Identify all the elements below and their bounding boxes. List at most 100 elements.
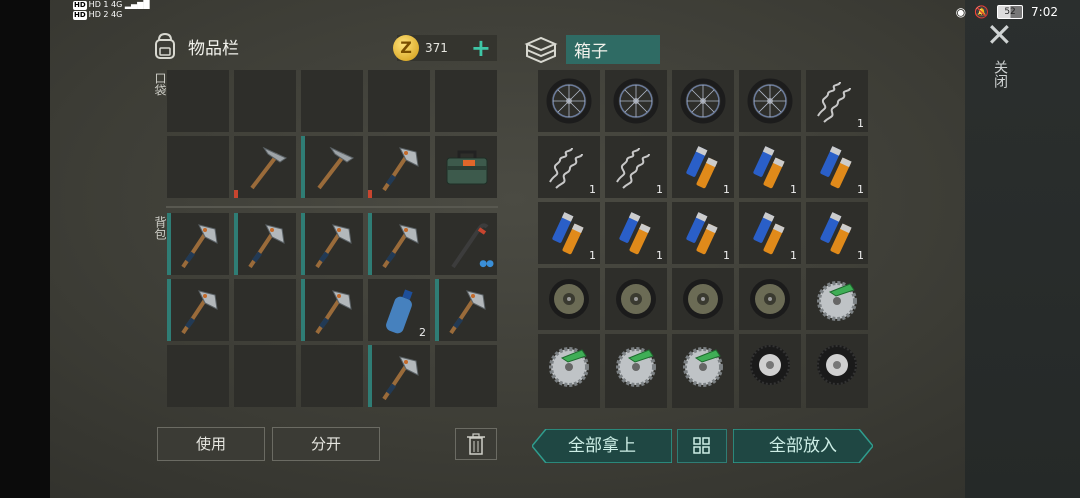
box-slot[interactable]: 1	[806, 136, 868, 198]
box-slot[interactable]: 1	[739, 136, 801, 198]
pocket-slot[interactable]	[167, 70, 229, 132]
backpack-slot[interactable]	[435, 279, 497, 341]
durability-bar	[368, 345, 372, 407]
grid-icon	[693, 437, 710, 454]
status-bar-left: HD HD 1 4G ▂▄▆█ HD HD 2 4G	[73, 0, 149, 20]
tire-icon	[750, 345, 790, 385]
box-slot[interactable]	[739, 70, 801, 132]
add-coins-button[interactable]: +	[471, 36, 491, 60]
take-all-label: 全部拿上	[568, 436, 636, 456]
backpack-slot[interactable]	[301, 279, 363, 341]
backpack-slot[interactable]	[167, 279, 229, 341]
box-slot[interactable]	[605, 70, 667, 132]
box-slot[interactable]: 1	[672, 136, 734, 198]
backpack-slot[interactable]	[301, 345, 363, 407]
saw-blade-icon	[817, 281, 857, 321]
pocket-slot[interactable]	[167, 136, 229, 198]
backpack-slot[interactable]	[368, 213, 430, 275]
item-quantity: 1	[857, 249, 864, 262]
durability-bar	[234, 190, 238, 198]
box-slot[interactable]: 1	[806, 202, 868, 264]
box-slot[interactable]: 1	[538, 136, 600, 198]
box-slot[interactable]: 1	[672, 202, 734, 264]
trash-button[interactable]	[455, 428, 497, 460]
box-slot[interactable]	[538, 268, 600, 330]
hatchet-icon	[315, 224, 352, 269]
pocket-slot[interactable]	[301, 136, 363, 198]
right-panel	[965, 0, 1080, 498]
hatchet-icon	[181, 224, 218, 269]
hatchet-icon	[382, 224, 419, 269]
durability-bar	[301, 279, 305, 341]
brake-disc-icon	[750, 279, 790, 319]
item-quantity: 1	[723, 249, 730, 262]
box-slot[interactable]: 1	[605, 136, 667, 198]
box-slot[interactable]	[739, 334, 801, 396]
item-quantity: 1	[857, 183, 864, 196]
signal-line-2: HD 2 4G	[88, 10, 123, 19]
box-slot[interactable]: 1	[538, 202, 600, 264]
box-slot[interactable]: 1	[739, 202, 801, 264]
durability-bar	[435, 279, 439, 341]
box-slot[interactable]	[672, 268, 734, 330]
wheel-icon	[747, 78, 793, 124]
backpack-slot[interactable]	[167, 345, 229, 407]
toolbox-icon	[446, 150, 488, 185]
hd-badge-2: HD	[73, 11, 87, 20]
wheel-icon	[546, 78, 592, 124]
hd-badge-1: HD	[73, 1, 87, 10]
backpack-slot[interactable]	[167, 213, 229, 275]
backpack-slot[interactable]: ●●	[435, 213, 497, 275]
clock: 7:02	[1031, 5, 1058, 19]
backpack-slot[interactable]	[301, 213, 363, 275]
use-button[interactable]: 使用	[157, 427, 265, 461]
tire-icon	[817, 345, 857, 385]
box-slot[interactable]	[739, 268, 801, 330]
put-all-button[interactable]: 全部放入	[733, 429, 873, 463]
box-slot[interactable]	[538, 334, 600, 396]
take-all-button[interactable]: 全部拿上	[532, 429, 672, 463]
pocket-slot[interactable]	[435, 70, 497, 132]
split-button[interactable]: 分开	[272, 427, 380, 461]
put-all-label: 全部放入	[769, 436, 837, 456]
box-slot[interactable]	[672, 334, 734, 396]
item-quantity: 1	[857, 117, 864, 130]
eye-icon: ◉	[955, 5, 967, 19]
box-slot[interactable]	[672, 70, 734, 132]
box-slot[interactable]: 1	[605, 202, 667, 264]
inventory-divider	[166, 206, 498, 208]
pocket-slot[interactable]	[368, 136, 430, 198]
backpack-slot[interactable]	[368, 345, 430, 407]
sort-grid-button[interactable]	[677, 429, 727, 463]
coin-counter: Z 371 +	[393, 35, 497, 61]
box-slot[interactable]	[806, 268, 868, 330]
backpack-slot[interactable]	[234, 279, 296, 341]
box-slot[interactable]	[538, 70, 600, 132]
pocket-slot[interactable]	[234, 136, 296, 198]
close-icon[interactable]: ✕	[986, 19, 1013, 51]
box-slot[interactable]	[605, 268, 667, 330]
item-quantity: 1	[656, 183, 663, 196]
backpack-slot[interactable]	[234, 345, 296, 407]
hatchet-icon	[248, 224, 285, 269]
box-slot[interactable]	[806, 334, 868, 396]
pocket-slot[interactable]	[368, 70, 430, 132]
backpack-slot[interactable]	[435, 345, 497, 407]
pocket-slot[interactable]	[435, 136, 497, 198]
durability-bar	[368, 190, 372, 198]
box-slot[interactable]	[605, 334, 667, 396]
saw-blade-icon	[616, 347, 656, 387]
box-header: 箱子	[524, 34, 660, 64]
box-icon	[524, 36, 558, 64]
box-slot[interactable]: 1	[806, 70, 868, 132]
close-label[interactable]: 关闭	[990, 60, 1010, 88]
backpack-icon	[155, 32, 175, 59]
wheel-icon	[680, 78, 726, 124]
backpack-slot[interactable]: 2	[368, 279, 430, 341]
pocket-slot[interactable]	[234, 70, 296, 132]
inventory-header: 物品栏	[150, 31, 239, 61]
item-quantity: 2	[419, 326, 426, 339]
pocket-slot[interactable]	[301, 70, 363, 132]
backpack-slot[interactable]	[234, 213, 296, 275]
hatchet-icon	[382, 147, 419, 192]
